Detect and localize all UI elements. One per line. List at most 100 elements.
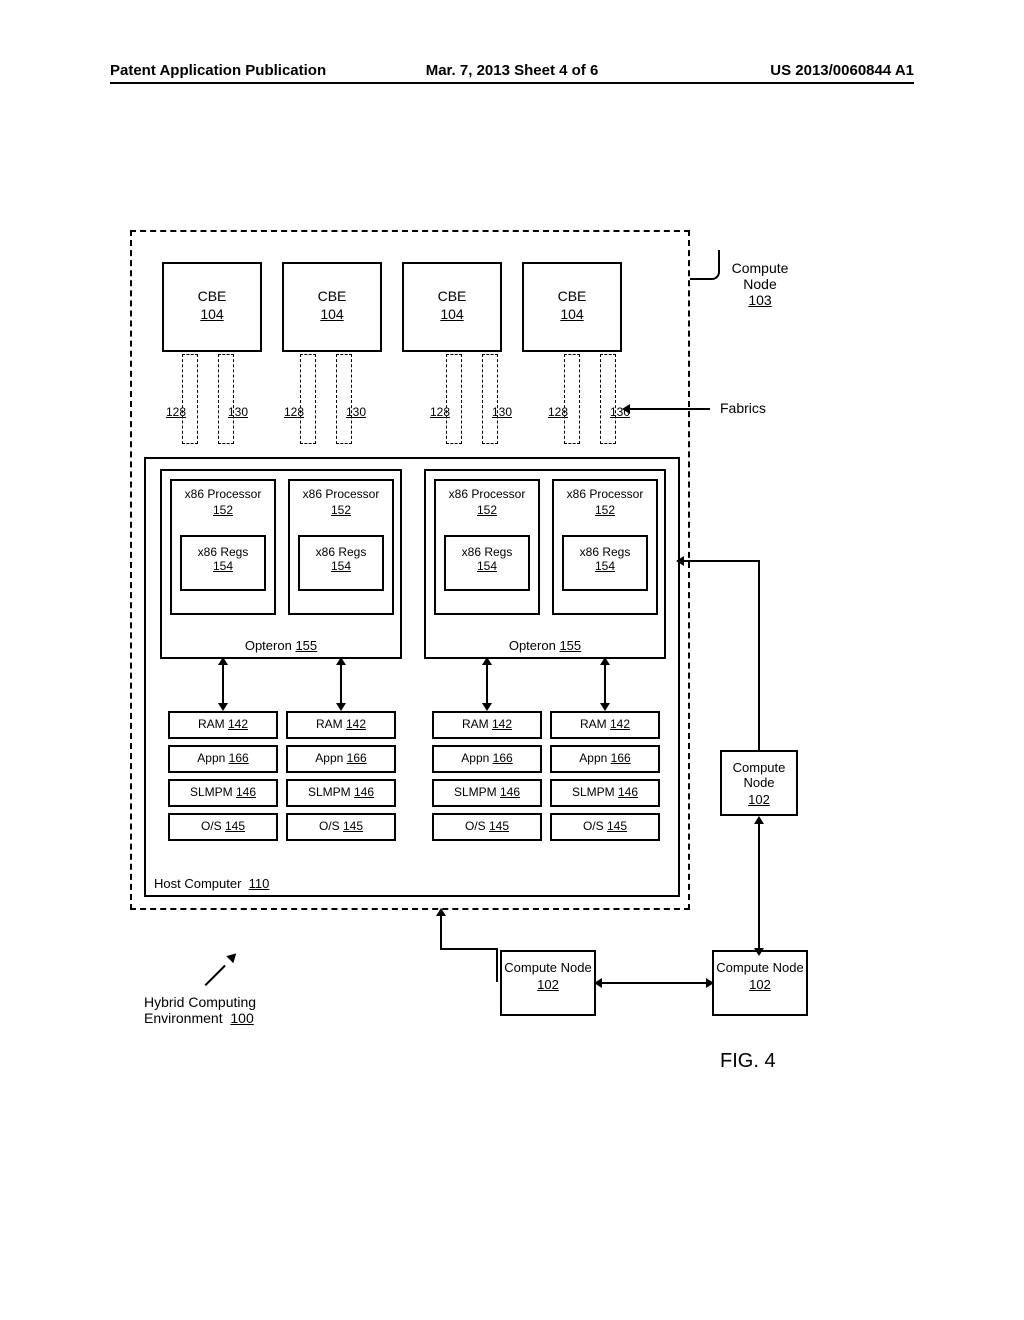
compute-node-103-label: Compute Node 103 xyxy=(720,260,800,308)
x86-regs: x86 Regs 154 xyxy=(298,535,384,591)
leader-line xyxy=(690,250,720,280)
x86-regs: x86 Regs 154 xyxy=(444,535,530,591)
host-computer-boundary: x86 Processor 152 x86 Regs 154 x86 Proce… xyxy=(144,457,680,897)
regs-name: x86 Regs xyxy=(580,545,631,559)
cbe-label: CBE xyxy=(318,288,347,304)
pointer-arrow-icon xyxy=(202,950,242,990)
corner-line xyxy=(496,948,498,982)
cbe-ref: 104 xyxy=(284,306,380,322)
proc-ref: 152 xyxy=(436,503,538,517)
os-row: O/S 145 xyxy=(168,813,278,841)
cbe-block: CBE 104 xyxy=(162,262,262,352)
compute-node-102-leader xyxy=(682,560,760,562)
cbe-row: CBE 104 CBE 104 CBE 104 CBE 104 xyxy=(162,262,662,352)
memory-stack: RAM 142 Appn 166 SLMPM 146 O/S 145 xyxy=(550,711,660,847)
ram-row: RAM 142 xyxy=(550,711,660,739)
cbe-label: CBE xyxy=(198,288,227,304)
cbe-label: CBE xyxy=(438,288,467,304)
proc-name: x86 Processor xyxy=(554,487,656,501)
fabric-link: 128 xyxy=(564,354,580,444)
opteron-group: x86 Processor 152 x86 Regs 154 x86 Proce… xyxy=(160,469,402,659)
x86-processor: x86 Processor 152 x86 Regs 154 xyxy=(170,479,276,615)
compute-node-box: Compute Node 102 xyxy=(500,950,596,1016)
diagram-figure-4: CBE 104 CBE 104 CBE 104 CBE 104 xyxy=(130,230,890,1130)
proc-name: x86 Processor xyxy=(436,487,538,501)
cbe-ref: 104 xyxy=(404,306,500,322)
slmpm-row: SLMPM 146 xyxy=(550,779,660,807)
hybrid-environment-label: Hybrid Computing Environment 100 xyxy=(144,994,256,1026)
fabric-ref: 130 xyxy=(487,405,517,419)
cbe-ref: 104 xyxy=(524,306,620,322)
x86-processor: x86 Processor 152 x86 Regs 154 xyxy=(552,479,658,615)
slmpm-row: SLMPM 146 xyxy=(168,779,278,807)
cbe-ref: 104 xyxy=(164,306,260,322)
regs-ref: 154 xyxy=(331,559,351,573)
os-row: O/S 145 xyxy=(286,813,396,841)
opt-name: Opteron xyxy=(509,638,556,653)
fabric-ref: 130 xyxy=(341,405,371,419)
inter-node-arrow xyxy=(440,914,442,948)
proc-ref: 152 xyxy=(290,503,392,517)
fabric-ref: 130 xyxy=(223,405,253,419)
proc-ref: 152 xyxy=(554,503,656,517)
corner-line xyxy=(440,948,498,950)
cbe-block: CBE 104 xyxy=(522,262,622,352)
bus-arrow xyxy=(604,663,606,705)
fabrics-leader xyxy=(628,408,710,410)
leader-vert xyxy=(758,560,760,750)
appn-row: Appn 166 xyxy=(432,745,542,773)
fabrics-label: Fabrics xyxy=(720,400,766,416)
appn-row: Appn 166 xyxy=(286,745,396,773)
regs-ref: 154 xyxy=(213,559,233,573)
slmpm-row: SLMPM 146 xyxy=(432,779,542,807)
fabric-link: 128 xyxy=(182,354,198,444)
ram-row: RAM 142 xyxy=(432,711,542,739)
x86-regs: x86 Regs 154 xyxy=(562,535,648,591)
proc-ref: 152 xyxy=(172,503,274,517)
regs-name: x86 Regs xyxy=(316,545,367,559)
bus-arrow xyxy=(486,663,488,705)
os-row: O/S 145 xyxy=(432,813,542,841)
fabric-ref: 128 xyxy=(161,405,191,419)
x86-regs: x86 Regs 154 xyxy=(180,535,266,591)
regs-name: x86 Regs xyxy=(198,545,249,559)
compute-node-102-label-box: Compute Node 102 xyxy=(720,750,798,816)
fabric-link: 128 xyxy=(300,354,316,444)
header-right: US 2013/0060844 A1 xyxy=(770,62,914,79)
regs-ref: 154 xyxy=(477,559,497,573)
proc-name: x86 Processor xyxy=(290,487,392,501)
cbe-block: CBE 104 xyxy=(402,262,502,352)
header-left: Patent Application Publication xyxy=(110,62,326,79)
header-mid: Mar. 7, 2013 Sheet 4 of 6 xyxy=(426,62,599,79)
regs-name: x86 Regs xyxy=(462,545,513,559)
regs-ref: 154 xyxy=(595,559,615,573)
bus-arrow xyxy=(340,663,342,705)
fabric-link: 130 xyxy=(336,354,352,444)
opt-ref: 155 xyxy=(295,638,317,653)
slmpm-row: SLMPM 146 xyxy=(286,779,396,807)
bus-arrow xyxy=(222,663,224,705)
fabric-ref: 128 xyxy=(425,405,455,419)
memory-stack: RAM 142 Appn 166 SLMPM 146 O/S 145 xyxy=(286,711,396,847)
host-computer-label: Host Computer 110 xyxy=(154,876,269,891)
x86-processor: x86 Processor 152 x86 Regs 154 xyxy=(288,479,394,615)
proc-name: x86 Processor xyxy=(172,487,274,501)
os-row: O/S 145 xyxy=(550,813,660,841)
fabric-link: 130 xyxy=(218,354,234,444)
opt-name: Opteron xyxy=(245,638,292,653)
figure-number: FIG. 4 xyxy=(720,1050,776,1073)
fabric-ref: 128 xyxy=(279,405,309,419)
fabric-link: 130 xyxy=(600,354,616,444)
opteron-label: Opteron 155 xyxy=(426,638,664,653)
compute-node-box: Compute Node 102 xyxy=(712,950,808,1016)
fabric-link: 128 xyxy=(446,354,462,444)
ram-row: RAM 142 xyxy=(168,711,278,739)
fabric-link: 130 xyxy=(482,354,498,444)
x86-processor: x86 Processor 152 x86 Regs 154 xyxy=(434,479,540,615)
compute-node-103-boundary: CBE 104 CBE 104 CBE 104 CBE 104 xyxy=(130,230,690,910)
memory-stack: RAM 142 Appn 166 SLMPM 146 O/S 145 xyxy=(168,711,278,847)
fabric-ref: 128 xyxy=(543,405,573,419)
opt-ref: 155 xyxy=(559,638,581,653)
inter-node-arrow xyxy=(758,822,760,950)
memory-stack: RAM 142 Appn 166 SLMPM 146 O/S 145 xyxy=(432,711,542,847)
